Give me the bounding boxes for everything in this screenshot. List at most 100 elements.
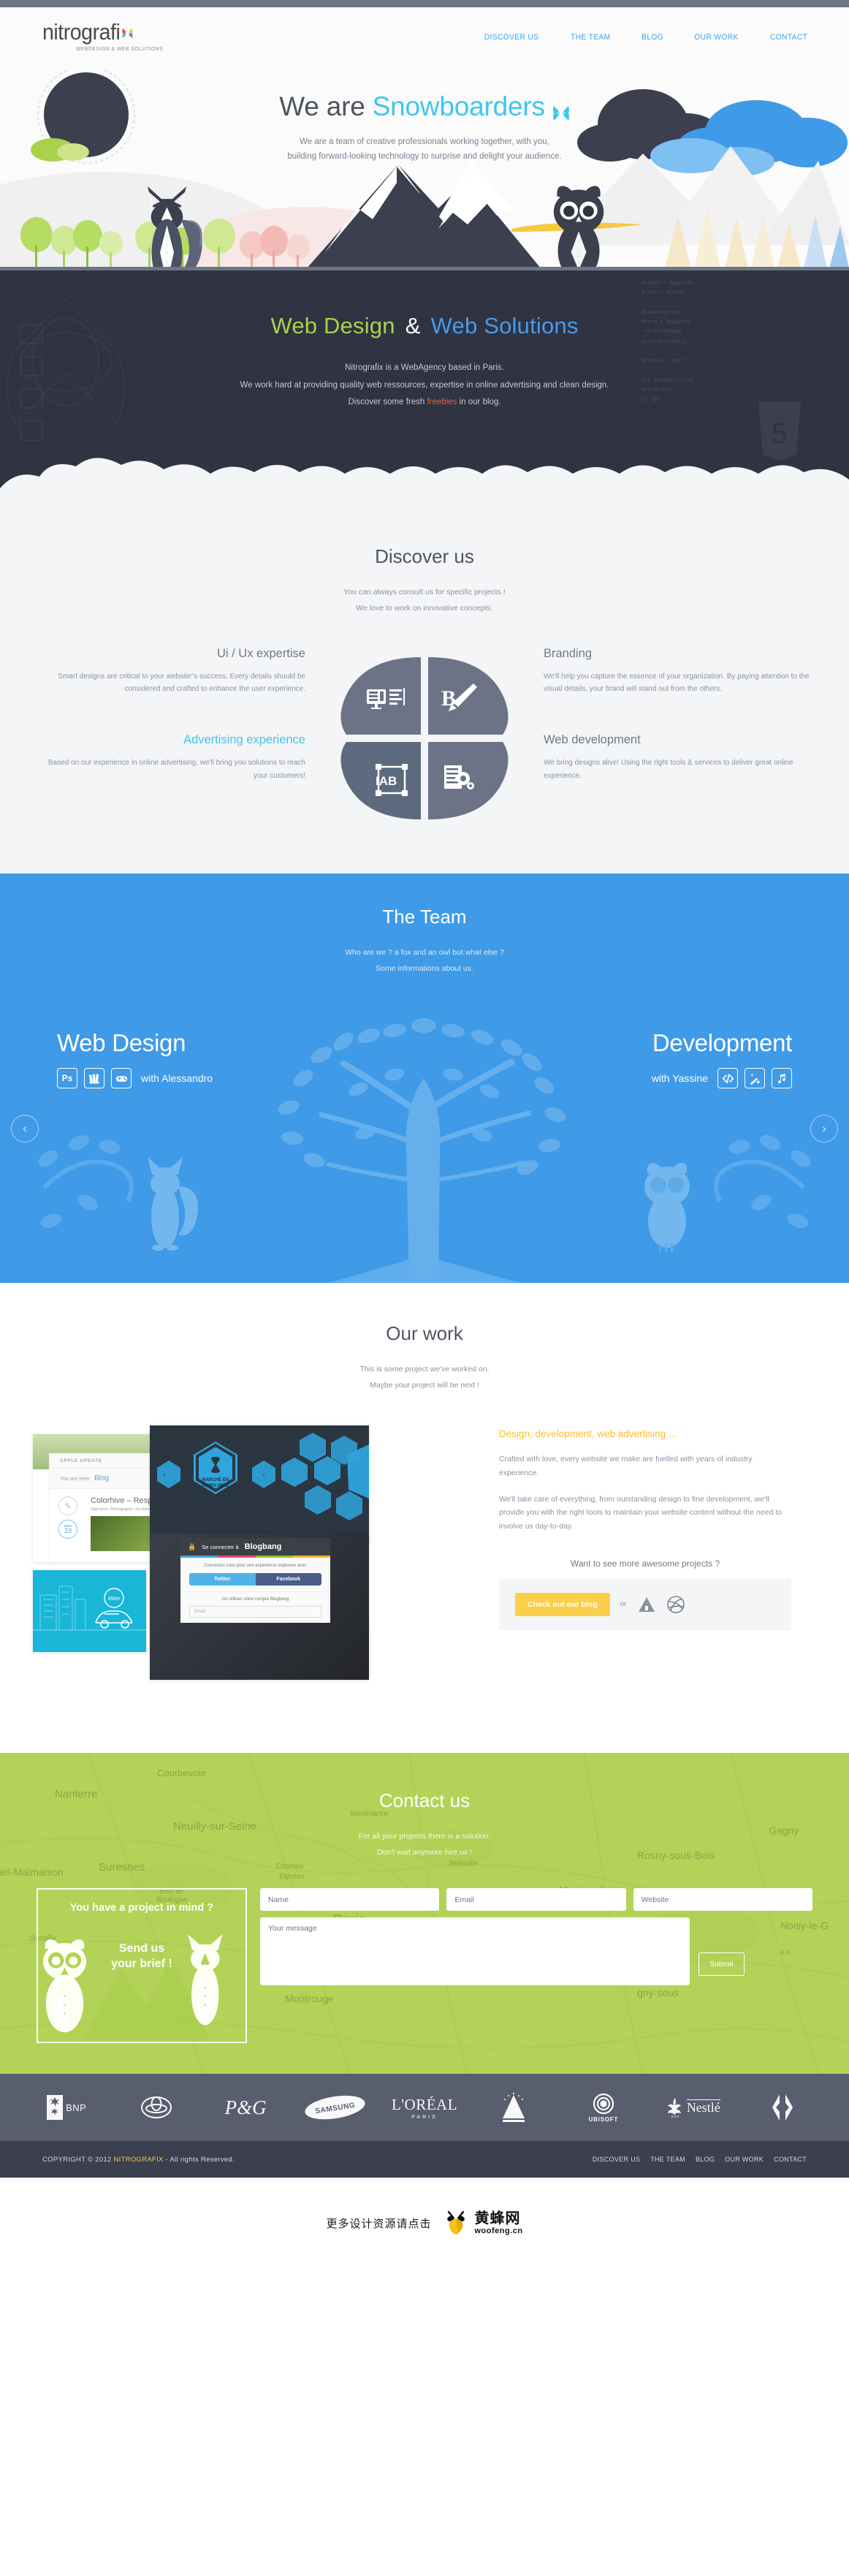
team-title: The Team <box>382 906 467 928</box>
nav-item-blog[interactable]: BLOG <box>641 33 663 42</box>
check-out-blog-button[interactable]: Check out our blog <box>515 1592 610 1616</box>
work-shot-breadcrumb-link[interactable]: Blog <box>94 1474 109 1482</box>
work-copy-heading: Design, development, web advertising ... <box>499 1428 677 1440</box>
team-subtitle: Who are we ? a fox and an owl but what e… <box>0 944 849 977</box>
client-logo-toyota[interactable] <box>111 2086 200 2129</box>
client-sub: PARIS <box>411 2114 438 2120</box>
dribbble-icon[interactable] <box>666 1595 685 1614</box>
team-prev-button[interactable]: ‹ <box>11 1115 39 1143</box>
footer-link-our-work[interactable]: OUR WORK <box>725 2156 764 2163</box>
twitter-button[interactable]: Twitter <box>189 1573 256 1586</box>
magic-wand-icon[interactable] <box>745 1068 765 1089</box>
dark-intro-section: $token = $appInfo $user = $token $campai… <box>0 270 849 504</box>
footer-link-discover-us[interactable]: DISCOVER US <box>593 2156 640 2163</box>
hero-subtitle-line1: We are a team of creative professionals … <box>300 137 549 146</box>
work-subtitle: This is some project we've worked on. Ma… <box>0 1361 849 1393</box>
website-input[interactable] <box>633 1888 812 1912</box>
dark-title-blue: Web Solutions <box>430 313 579 338</box>
site-header: nitrografi WEBDESIGN & WEB SOLUTIONS DIS… <box>0 7 849 69</box>
nav-item-the-team[interactable]: THE TEAM <box>571 33 611 42</box>
logo[interactable]: nitrografi WEBDESIGN & WEB SOLUTIONS <box>42 20 173 52</box>
nav-item-our-work[interactable]: OUR WORK <box>694 33 738 42</box>
client-logo-nestle[interactable]: Nestlé <box>648 2086 737 2129</box>
team-card-development: Development with Yassine <box>485 1029 792 1089</box>
team-skill-row: Ps with Alessandro <box>57 1068 364 1089</box>
discover-item-body: Based on our experience in online advert… <box>47 759 305 780</box>
svg-text:›: › <box>164 1471 166 1478</box>
work-sub-line2: Maybe your project will be next ! <box>370 1381 479 1390</box>
photoshop-icon[interactable]: Ps <box>57 1068 77 1089</box>
hero-text: We are Snowboarders We are a team of cre… <box>0 69 849 164</box>
discover-item-heading: Branding <box>544 647 593 661</box>
team-card-web-design: Web Design Ps with Alessandro <box>57 1029 364 1089</box>
team-next-button[interactable]: › <box>810 1115 838 1143</box>
team-heading: Web Design <box>57 1029 186 1057</box>
behance-icon[interactable] <box>637 1595 656 1614</box>
gamepad-icon[interactable] <box>111 1068 132 1089</box>
client-logo-samsung[interactable]: SAMSUNG <box>290 2086 379 2129</box>
footer-copyright-brand: NITROGRAFIX <box>113 2155 164 2164</box>
work-cta-question: Want to see more awesome projects ? <box>570 1558 720 1569</box>
footer-link-blog[interactable]: BLOG <box>696 2156 715 2163</box>
dark-line-3: Discover some fresh freebies in our blog… <box>0 394 849 412</box>
work-shot-blogbang[interactable]: 🔒 Se connecter à Blogbang Connectez vous… <box>150 1534 369 1681</box>
nav-item-discover-us[interactable]: DISCOVER US <box>484 33 539 42</box>
svg-text:5: 5 <box>772 417 788 450</box>
work-cta-or: or <box>620 1600 627 1609</box>
work-copy-para2: We'll take care of everything, from outs… <box>499 1494 782 1531</box>
work-shot-day: 23 <box>64 1526 72 1534</box>
watermark-url: woofeng.cn <box>474 2226 523 2235</box>
client-logo-carrefour[interactable] <box>738 2086 827 2129</box>
client-logo-bnp[interactable]: BNP <box>22 2086 111 2129</box>
discover-item-heading: Web development <box>544 733 641 747</box>
client-logo-loreal[interactable]: L'ORÉAL PARIS <box>380 2086 469 2129</box>
svg-text:IAB: IAB <box>376 774 397 788</box>
team-with-label: with Alessandro <box>141 1072 213 1085</box>
watermark-logo[interactable]: 黄蜂网 woofeng.cn <box>443 2211 522 2235</box>
team-heading: Development <box>652 1029 792 1057</box>
team-sub-line1: Who are we ? a fox and an owl but what e… <box>345 948 504 958</box>
client-logo-pg[interactable]: P&G <box>201 2086 290 2129</box>
contact-subtitle: For all your projects there is a solutio… <box>0 1828 849 1860</box>
work-shot-bb-email-field[interactable]: Email <box>189 1606 321 1618</box>
name-input[interactable] <box>260 1888 440 1912</box>
dark-title-amp: & <box>405 313 421 338</box>
facebook-button[interactable]: Facebook <box>255 1573 321 1586</box>
discover-grid: Ui / Ux expertise Smart designs are crit… <box>37 647 812 830</box>
dark-title-green: Web Design <box>270 313 395 338</box>
dark-line-2: We work hard at providing quality web re… <box>240 380 609 390</box>
footer-link-contact[interactable]: CONTACT <box>774 2156 807 2163</box>
watermark-text: 更多设计资源请点击 <box>326 2217 432 2230</box>
client-name: Nestlé <box>686 2099 720 2115</box>
brief-card[interactable]: You have a project in mind ? Send us you… <box>37 1888 247 2044</box>
work-shot-hexagons[interactable]: MARCHÉ EN TEMPS RÉEL › › <box>150 1425 369 1545</box>
work-shot-car[interactable]: 45km <box>33 1570 146 1653</box>
client-logo-paramount[interactable] <box>469 2086 558 2129</box>
contact-section: Nanterre Courbevoie Neuilly-sur-Seine Montm… <box>0 1753 849 2075</box>
email-input[interactable] <box>446 1888 626 1912</box>
freebies-link[interactable]: freebies <box>427 398 457 406</box>
message-textarea[interactable] <box>260 1917 690 1986</box>
work-sub-line1: This is some project we've worked on. <box>359 1365 490 1374</box>
footer-link-the-team[interactable]: THE TEAM <box>650 2156 685 2163</box>
site-footer: COPYRIGHT © 2012 NITROGRAFIX - All right… <box>0 2141 849 2178</box>
watermark-brand: 黄蜂网 <box>474 2210 521 2227</box>
swatches-icon[interactable] <box>84 1068 104 1089</box>
contact-sub-line2: Don't wait anymore hire us ! <box>377 1848 472 1857</box>
hero-subtitle: We are a team of creative professionals … <box>0 135 849 164</box>
team-with-label: with Yassine <box>651 1072 708 1085</box>
hero-subtitle-line2: building forward-looking technology to s… <box>287 152 562 162</box>
hero-title-accent: Snowboarders <box>372 91 545 121</box>
logo-tagline: WEBDESIGN & WEB SOLUTIONS <box>76 45 164 52</box>
discover-item-heading: Advertising experience <box>183 733 305 747</box>
submit-button[interactable]: Submit <box>698 1952 745 1977</box>
code-icon[interactable] <box>717 1068 738 1089</box>
nav-item-contact[interactable]: CONTACT <box>770 33 807 42</box>
svg-text:›: › <box>263 1471 265 1478</box>
discover-item-body: We'll help you capture the essence of yo… <box>544 673 810 694</box>
music-note-icon[interactable] <box>772 1068 792 1089</box>
client-logo-ubisoft[interactable]: UBISOFT <box>559 2086 648 2129</box>
work-section: Our work This is some project we've work… <box>0 1283 849 1754</box>
work-cta-box: Check out our blog or <box>499 1578 791 1630</box>
team-section: The Team Who are we ? a fox and an owl b… <box>0 874 849 1284</box>
